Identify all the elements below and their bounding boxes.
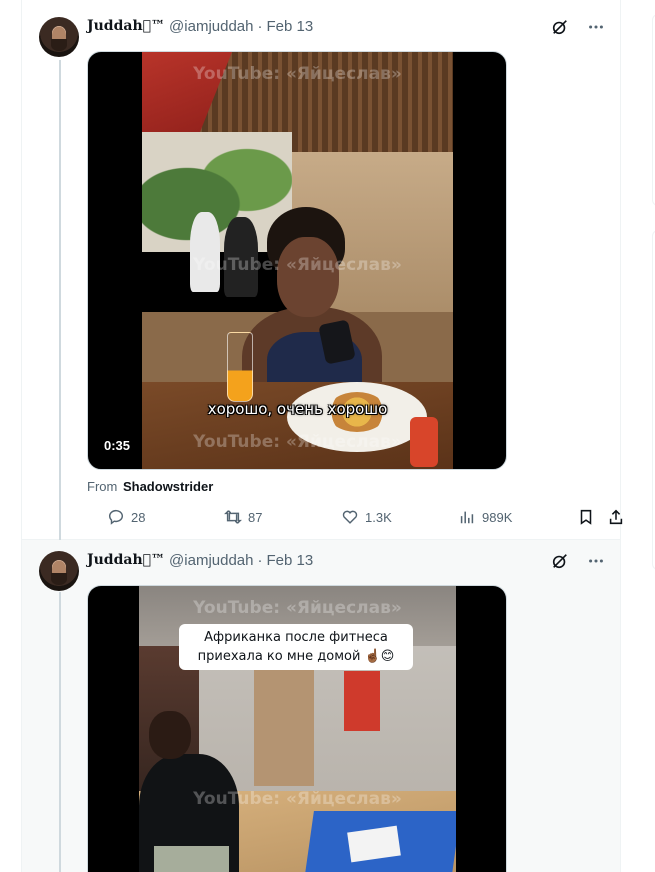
source-label: From (87, 479, 118, 494)
media-source: From Shadowstrider (87, 479, 213, 494)
handle[interactable]: @iamjuddah (169, 552, 253, 569)
tweet-date[interactable]: Feb 13 (267, 18, 314, 35)
video-watermark: YouTube: «Яйцеслав» (193, 432, 402, 452)
tweet-header: Juddah™ @iamjuddah · Feb 13 (87, 16, 313, 36)
display-name[interactable]: Juddah™ (87, 552, 165, 568)
video-frame[interactable]: YouTube: «Яйцеслав» Африканка после фитн… (139, 586, 456, 872)
video-watermark: YouTube: «Яйцеслав» (193, 598, 402, 618)
reply-icon (108, 509, 124, 525)
thread-line (59, 592, 61, 872)
video-subtitle: хорошо, очень хорошо (207, 400, 388, 418)
more-icon[interactable] (586, 17, 606, 37)
tweet-header-actions (550, 551, 606, 571)
reply-button[interactable]: 28 (107, 507, 145, 527)
video-watermark: YouTube: «Яйцеслав» (193, 789, 402, 809)
grok-icon[interactable] (550, 17, 570, 37)
display-name[interactable]: Juddah™ (87, 18, 165, 34)
handle[interactable]: @iamjuddah (169, 18, 253, 35)
video-frame[interactable]: YouTube: «Яйцеслав» YouTube: «Яйцеслав» … (142, 52, 453, 469)
video-duration: 0:35 (100, 436, 135, 455)
share-icon (609, 509, 623, 525)
repost-icon (224, 510, 242, 524)
like-button[interactable]: 1.3K (341, 507, 392, 527)
caption-line: приехала ко мне домой ☝🏾😊 (197, 649, 395, 664)
avatar[interactable] (39, 17, 79, 57)
bookmark-button[interactable] (577, 507, 595, 527)
caption-line: Африканка после фитнеса (204, 630, 388, 645)
video-caption: Африканка после фитнеса приехала ко мне … (179, 624, 413, 670)
separator-dot: · (253, 17, 263, 35)
tweet-actions: 28 87 1.3K 989K (87, 507, 623, 527)
tweet-header-actions (550, 17, 606, 37)
separator-dot: · (253, 551, 263, 569)
video-player[interactable]: YouTube: «Яйцеслав» YouTube: «Яйцеслав» … (87, 51, 507, 470)
views-icon (460, 511, 474, 524)
tweet-header: Juddah™ @iamjuddah · Feb 13 (87, 550, 313, 570)
tweet[interactable]: Juddah™ @iamjuddah · Feb 13 (22, 540, 620, 872)
share-button[interactable] (607, 507, 625, 527)
like-count: 1.3K (365, 509, 392, 525)
tweet[interactable]: Juddah™ @iamjuddah · Feb 13 (22, 0, 623, 540)
heart-icon (342, 510, 358, 524)
bookmark-icon (580, 509, 592, 525)
thread-line (59, 60, 61, 540)
source-name[interactable]: Shadowstrider (123, 479, 213, 494)
timeline: Juddah™ @iamjuddah · Feb 13 (21, 0, 623, 872)
reply-count: 28 (131, 509, 146, 525)
views-button[interactable]: 989K (458, 507, 512, 527)
video-player[interactable]: YouTube: «Яйцеслав» Африканка после фитн… (87, 585, 507, 872)
repost-button[interactable]: 87 (224, 507, 262, 527)
repost-count: 87 (248, 509, 263, 525)
views-count: 989K (482, 509, 513, 525)
video-watermark: YouTube: «Яйцеслав» (193, 255, 402, 275)
avatar[interactable] (39, 551, 79, 591)
more-icon[interactable] (586, 551, 606, 571)
video-watermark: YouTube: «Яйцеслав» (193, 64, 402, 84)
tweet-date[interactable]: Feb 13 (267, 552, 314, 569)
grok-icon[interactable] (550, 551, 570, 571)
